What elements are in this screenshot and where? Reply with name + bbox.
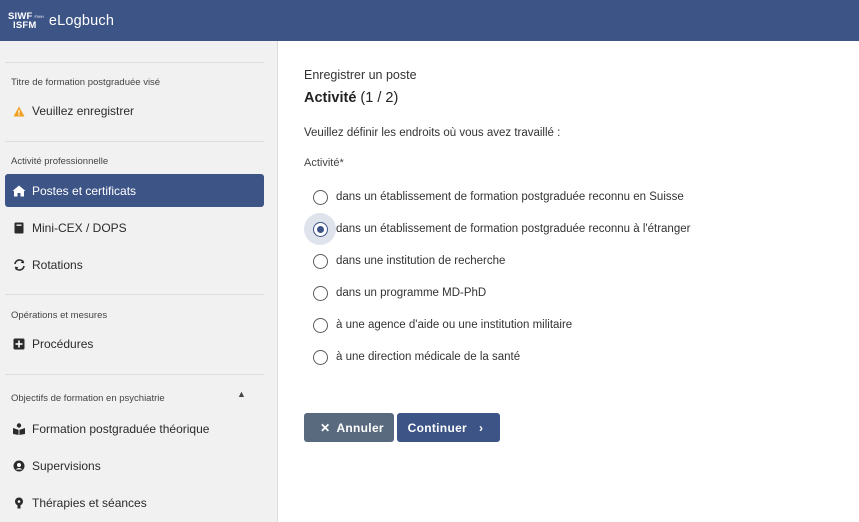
logo-fmh: FMH <box>34 13 44 19</box>
sidebar-item-label: Procédures <box>32 336 94 351</box>
radio-label: dans un programme MD-PhD <box>336 287 487 299</box>
divider <box>5 62 264 63</box>
chevron-right-icon: › <box>479 420 484 435</box>
radio-button[interactable] <box>304 277 336 309</box>
radio-option-swiss[interactable]: dans un établissement de formation postg… <box>304 181 684 213</box>
page-title-main: Activité <box>304 90 357 106</box>
sidebar-item-procedures[interactable]: Procédures <box>5 327 264 360</box>
radio-label: à une agence d'aide ou une institution m… <box>336 319 573 331</box>
sidebar-item-rotations[interactable]: Rotations <box>5 248 264 281</box>
radio-button[interactable] <box>304 245 336 277</box>
app-title: eLogbuch <box>48 12 115 29</box>
radio-button[interactable] <box>304 213 336 245</box>
section-title-psychiatry: Objectifs de formation en psychiatrie <box>11 393 165 404</box>
step-indicator: (1 / 2) <box>360 90 399 106</box>
cancel-button[interactable]: ✕ Annuler <box>304 413 394 442</box>
logo-line2: ISFM <box>13 19 37 31</box>
cancel-label: Annuler <box>336 420 384 435</box>
app-logo[interactable]: SIWF FMH ISFM eLogbuch <box>8 11 115 31</box>
reading-icon <box>12 422 26 436</box>
sidebar-item-label: Supervisions <box>32 458 101 473</box>
section-title-training: Titre de formation postgraduée visé <box>11 77 161 88</box>
training-warning[interactable]: Veuillez enregistrer <box>12 104 134 118</box>
activity-field-label: Activité* <box>304 157 344 169</box>
section-title-professional: Activité professionnelle <box>11 156 109 167</box>
radio-label: à une direction médicale de la santé <box>336 351 521 363</box>
continue-label: Continuer <box>407 420 468 435</box>
top-bar: SIWF FMH ISFM eLogbuch <box>0 0 859 41</box>
divider <box>5 141 264 142</box>
sidebar-item-label: Rotations <box>32 257 83 272</box>
sidebar-item-supervisions[interactable]: Supervisions <box>5 449 264 482</box>
logo-mark: SIWF FMH ISFM <box>8 11 44 31</box>
chevron-up-icon[interactable]: ▲ <box>237 389 246 399</box>
sidebar-item-postes[interactable]: Postes et certificats <box>5 174 264 207</box>
continue-button[interactable]: Continuer › <box>397 413 500 442</box>
sidebar-item-minicex[interactable]: Mini-CEX / DOPS <box>5 211 264 244</box>
sidebar-item-label: Formation postgraduée théorique <box>32 421 210 436</box>
supervision-icon <box>12 459 26 473</box>
divider <box>5 294 264 295</box>
radio-label: dans une institution de recherche <box>336 255 506 267</box>
section-title-operations: Opérations et mesures <box>11 310 108 321</box>
radio-option-research[interactable]: dans une institution de recherche <box>304 245 505 277</box>
sidebar: Titre de formation postgraduée visé Veui… <box>0 41 278 522</box>
book-icon <box>12 221 26 235</box>
close-icon: ✕ <box>320 420 331 435</box>
therapy-icon <box>12 496 26 510</box>
radio-option-abroad[interactable]: dans un établissement de formation postg… <box>304 213 690 245</box>
rotate-icon <box>12 258 26 272</box>
sidebar-item-therapies[interactable]: Thérapies et séances <box>5 486 264 519</box>
warning-label: Veuillez enregistrer <box>32 104 135 118</box>
radio-button[interactable] <box>304 309 336 341</box>
divider <box>5 374 264 375</box>
sidebar-item-theory[interactable]: Formation postgraduée théorique <box>5 412 264 445</box>
radio-option-aid-military[interactable]: à une agence d'aide ou une institution m… <box>304 309 572 341</box>
radio-option-health-direction[interactable]: à une direction médicale de la santé <box>304 341 520 373</box>
form-subtitle: Enregistrer un poste <box>304 68 417 82</box>
sidebar-item-label: Postes et certificats <box>32 183 137 198</box>
instruction-text: Veuillez définir les endroits où vous av… <box>304 127 561 139</box>
house-icon <box>12 184 26 198</box>
page-title: Activité (1 / 2) <box>304 90 398 106</box>
radio-option-mdphd[interactable]: dans un programme MD-PhD <box>304 277 486 309</box>
warning-icon <box>12 104 26 118</box>
radio-label: dans un établissement de formation postg… <box>336 223 691 235</box>
radio-button[interactable] <box>304 341 336 373</box>
sidebar-item-label: Thérapies et séances <box>32 495 147 510</box>
radio-label: dans un établissement de formation postg… <box>336 191 684 203</box>
radio-button[interactable] <box>304 181 336 213</box>
sidebar-item-label: Mini-CEX / DOPS <box>32 220 127 235</box>
plus-square-icon <box>12 337 26 351</box>
